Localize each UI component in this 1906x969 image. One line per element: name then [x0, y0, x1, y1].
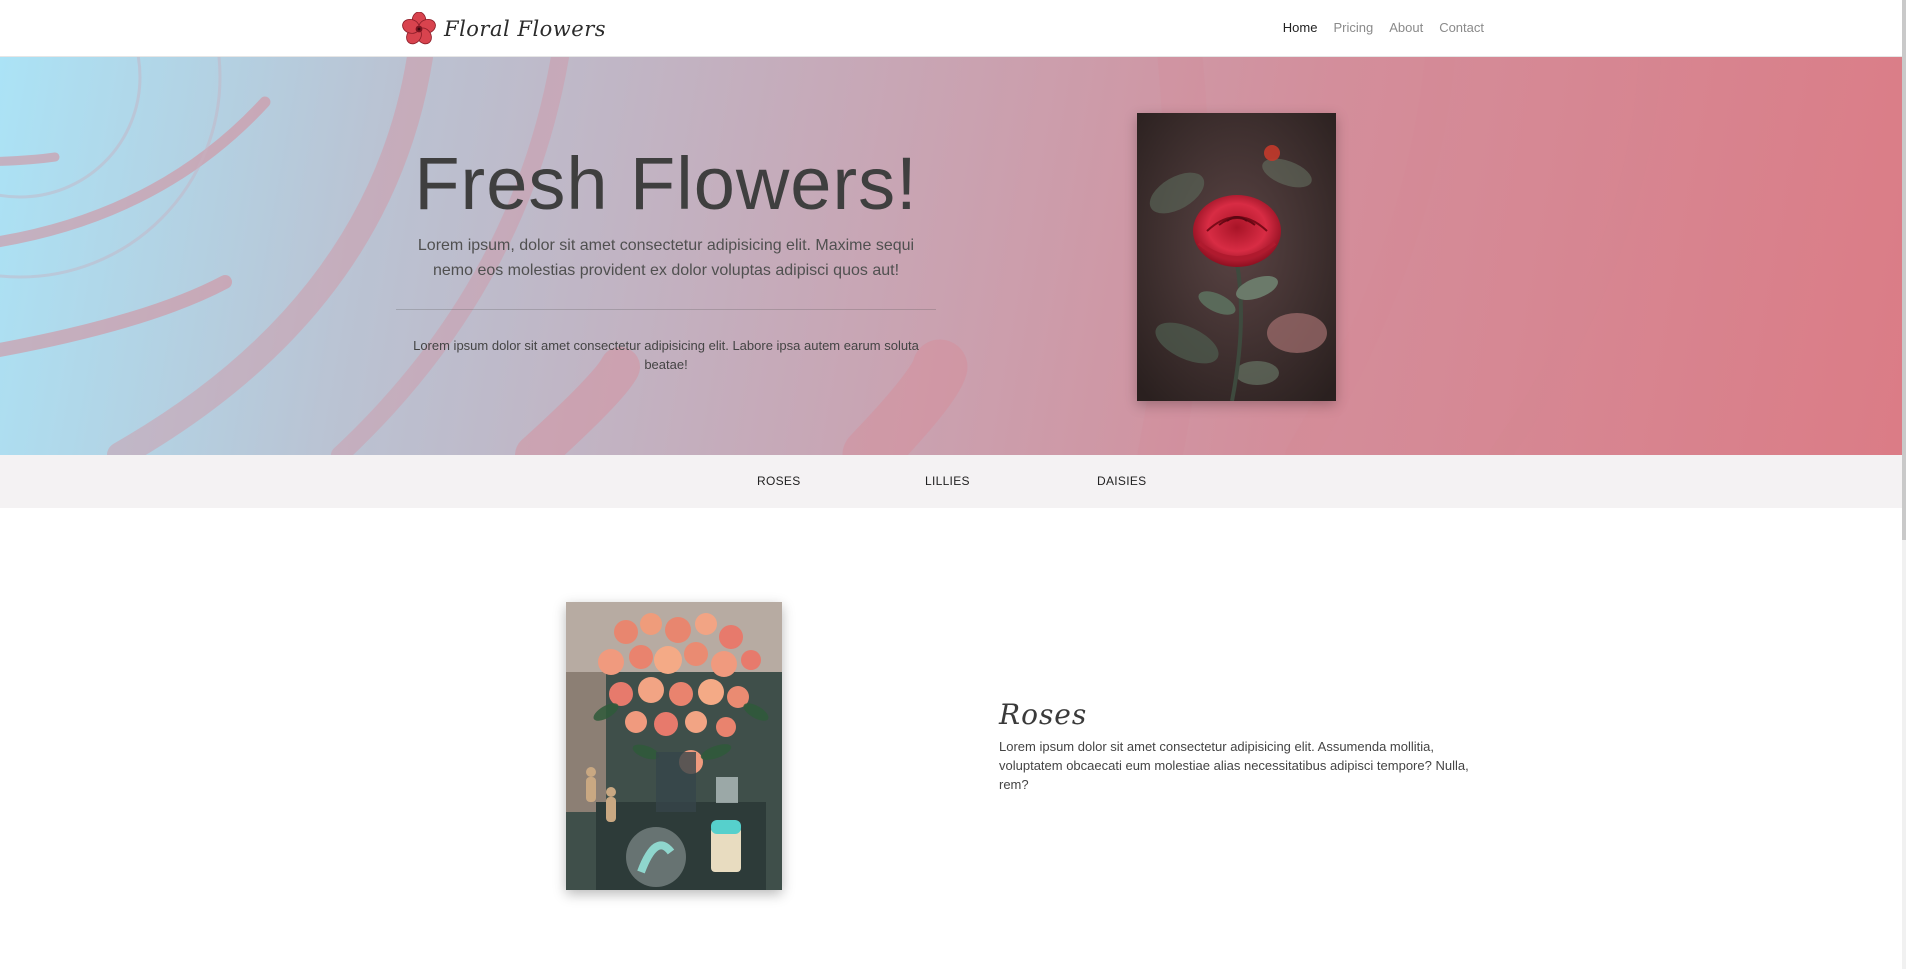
tab-daisies[interactable]: DAISIES	[1097, 474, 1146, 488]
brand-name: Floral Flowers	[444, 17, 607, 41]
hero-lead-text: Lorem ipsum, dolor sit amet consectetur …	[417, 237, 915, 279]
nav-contact-link[interactable]: Contact	[1431, 18, 1492, 37]
tab-roses[interactable]: ROSES	[757, 474, 801, 488]
feature-title: Roses	[999, 698, 1088, 731]
nav-about-link[interactable]: About	[1381, 18, 1431, 37]
hero-text-block: Fresh Flowers! Lorem ipsum, dolor sit am…	[396, 147, 936, 374]
tab-lillies[interactable]: LILLIES	[925, 474, 970, 488]
rose-bouquet-illustration	[566, 602, 782, 890]
feature-body-text: Lorem ipsum dolor sit amet consectetur a…	[999, 739, 1469, 792]
hero-divider	[396, 309, 936, 310]
nav-home-link[interactable]: Home	[1275, 18, 1326, 37]
category-tab-bar: ROSES LILLIES DAISIES	[0, 455, 1902, 508]
hero-swirl-decoration	[0, 57, 1661, 455]
nav-menu: Home Pricing About Contact	[1275, 18, 1492, 37]
hero-small-text: Lorem ipsum dolor sit amet consectetur a…	[413, 338, 919, 372]
hero-title: Fresh Flowers!	[414, 142, 918, 225]
page-scrollbar-thumb[interactable]	[1902, 0, 1906, 540]
hero-section: Fresh Flowers! Lorem ipsum, dolor sit am…	[0, 57, 1902, 455]
nav-pricing-link[interactable]: Pricing	[1325, 18, 1381, 37]
brand-link[interactable]: Floral Flowers	[402, 11, 606, 47]
feature-text-block: Roses Lorem ipsum dolor sit amet consect…	[999, 698, 1479, 794]
flower-logo-icon	[402, 12, 436, 45]
red-rose-photo	[1137, 113, 1336, 401]
rose-bouquet-photo	[566, 602, 782, 890]
red-rose-illustration	[1137, 113, 1336, 401]
navbar: Floral Flowers Home Pricing About Contac…	[0, 0, 1902, 57]
